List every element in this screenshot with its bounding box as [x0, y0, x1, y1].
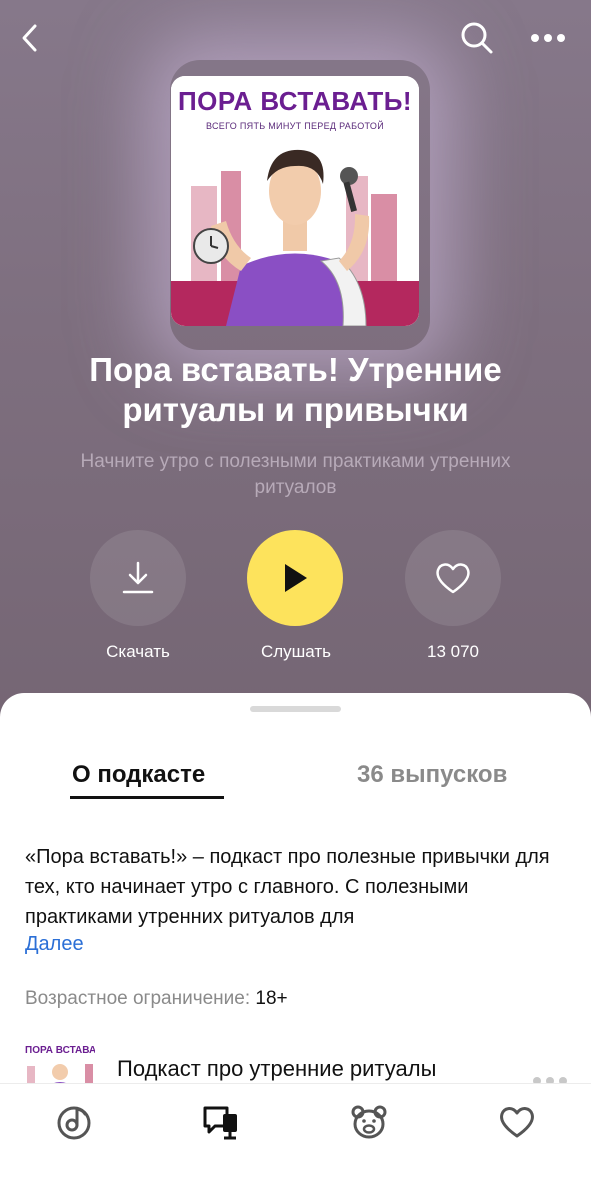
download-label: Скачать	[106, 642, 170, 661]
age-restriction: Возрастное ограничение: 18+	[25, 988, 288, 1010]
cover-title: ПОРА ВСТАВАТЬ!	[177, 86, 413, 116]
active-tab-indicator	[70, 796, 224, 799]
search-button[interactable]	[455, 16, 499, 60]
podcast-header: ПОРА ВСТАВАТЬ! ВСЕГО ПЯТЬ МИНУТ ПЕРЕД РА…	[0, 0, 591, 720]
download-button[interactable]	[90, 530, 186, 626]
podcasts-icon	[203, 1106, 237, 1140]
tab-favorites[interactable]	[497, 1102, 537, 1142]
sheet-handle[interactable]	[250, 706, 341, 712]
bottom-tab-bar	[0, 1083, 591, 1182]
favorites-heart-icon	[500, 1107, 534, 1138]
tab-about[interactable]: О подкасте	[72, 761, 205, 789]
tab-kids[interactable]	[349, 1102, 389, 1142]
tab-podcasts[interactable]	[201, 1102, 241, 1142]
podcast-description: «Пора вставать!» – подкаст про полезные …	[25, 846, 550, 928]
more-link[interactable]: Далее	[25, 933, 84, 956]
podcast-cover: ПОРА ВСТАВАТЬ! ВСЕГО ПЯТЬ МИНУТ ПЕРЕД РА…	[171, 76, 419, 326]
age-label: Возрастное ограничение:	[25, 988, 251, 1009]
listen-button[interactable]	[247, 530, 343, 626]
like-button[interactable]	[405, 530, 501, 626]
kids-bear-icon	[351, 1105, 387, 1139]
back-button[interactable]	[8, 16, 52, 60]
search-icon	[461, 22, 493, 54]
tab-episodes[interactable]: 36 выпусков	[357, 761, 507, 789]
likes-count: 13 070	[427, 642, 479, 661]
episode-title[interactable]: Подкаст про утренние ритуалы	[117, 1056, 436, 1082]
tab-music[interactable]	[54, 1102, 94, 1142]
podcast-subtitle: Начните утро с полезными практиками утре…	[80, 451, 511, 498]
play-icon	[285, 564, 307, 592]
more-button[interactable]	[526, 16, 570, 60]
music-icon	[57, 1106, 91, 1140]
heart-icon	[436, 563, 470, 594]
cover-subtitle: ВСЕГО ПЯТЬ МИНУТ ПЕРЕД РАБОТОЙ	[206, 121, 384, 131]
chevron-left-icon	[22, 24, 37, 52]
listen-label: Слушать	[260, 642, 332, 661]
more-horizontal-icon	[531, 34, 565, 42]
podcast-title: Пора вставать! Утренние ритуалы и привыч…	[89, 351, 502, 428]
episode-thumb-title: ПОРА ВСТАВАТЬ!	[25, 1045, 95, 1056]
download-icon	[122, 561, 154, 594]
age-value: 18+	[255, 988, 288, 1009]
